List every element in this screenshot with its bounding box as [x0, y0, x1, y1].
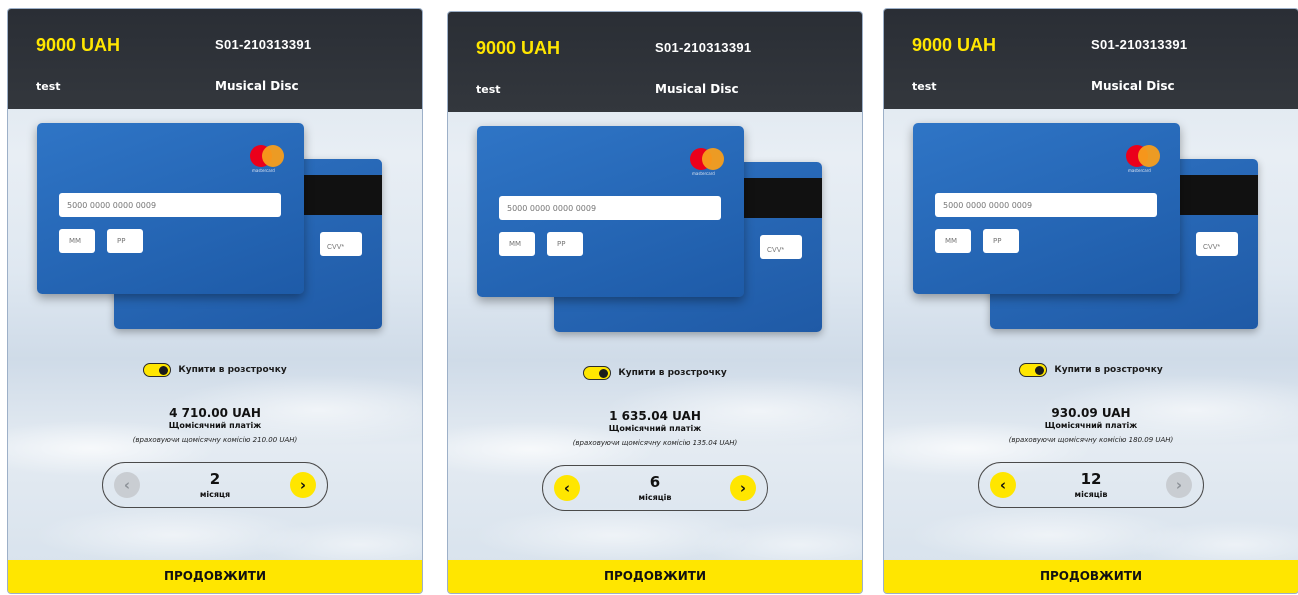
continue-button[interactable]: ПРОДОВЖИТИ	[8, 560, 422, 593]
monthly-payment-label: Щомісячний платіж	[1044, 421, 1138, 430]
order-header: 9000 UAH S01-210313391 test Musical Disc	[448, 12, 862, 112]
card-front: mastercard	[913, 123, 1180, 294]
expiry-month-input[interactable]	[59, 229, 95, 253]
monthly-payment-label: Щомісячний платіж	[608, 424, 702, 433]
expiry-year-input[interactable]	[983, 229, 1019, 253]
order-header: 9000 UAH S01-210313391 test Musical Disc	[884, 9, 1298, 109]
customer-name: test	[36, 80, 61, 93]
expiry-month-input[interactable]	[935, 229, 971, 253]
order-amount: 9000 UAH	[912, 35, 997, 55]
installment-toggle[interactable]	[143, 363, 172, 377]
order-amount: 9000 UAH	[476, 38, 561, 58]
commission-note: (враховуючи щомісячну комісію 180.09 UAH…	[1008, 436, 1174, 444]
installment-toggle[interactable]	[1019, 363, 1048, 377]
continue-button[interactable]: ПРОДОВЖИТИ	[448, 560, 862, 593]
mastercard-wordmark: mastercard	[692, 171, 715, 176]
expiry-month-input[interactable]	[499, 232, 535, 256]
order-amount: 9000 UAH	[36, 35, 121, 55]
order-id: S01-210313391	[215, 37, 312, 52]
chevron-right-icon[interactable]: ›	[1166, 472, 1192, 498]
monthly-amount: 930.09 UAH	[1051, 406, 1131, 420]
cvv-input[interactable]	[320, 232, 362, 256]
installment-toggle-row: Купити в розстрочку	[8, 363, 422, 377]
payment-panel-12-months: 9000 UAH S01-210313391 test Musical Disc…	[883, 8, 1298, 594]
installment-toggle-label: Купити в розстрочку	[178, 365, 287, 375]
mastercard-wordmark: mastercard	[252, 168, 275, 173]
installment-toggle-label: Купити в розстрочку	[1054, 365, 1163, 375]
installment-toggle-label: Купити в розстрочку	[618, 368, 727, 378]
payment-panel-2-months: 9000 UAH S01-210313391 test Musical Disc…	[7, 8, 423, 594]
card-number-input[interactable]	[59, 193, 281, 217]
order-id: S01-210313391	[1091, 37, 1188, 52]
product-name: Musical Disc	[1091, 79, 1175, 93]
monthly-amount: 1 635.04 UAH	[609, 409, 701, 423]
order-id: S01-210313391	[655, 40, 752, 55]
cvv-input[interactable]	[1196, 232, 1238, 256]
payment-panel-6-months: 9000 UAH S01-210313391 test Musical Disc…	[447, 11, 863, 594]
chevron-right-icon[interactable]: ›	[290, 472, 316, 498]
installment-toggle-row: Купити в розстрочку	[884, 363, 1298, 377]
product-name: Musical Disc	[655, 82, 739, 96]
months-stepper: ‹ 2 місяця ›	[102, 462, 328, 508]
installment-toggle-row: Купити в розстрочку	[448, 366, 862, 380]
months-stepper: ‹ 12 місяців ›	[978, 462, 1204, 508]
expiry-year-input[interactable]	[107, 229, 143, 253]
installment-toggle[interactable]	[583, 366, 612, 380]
card-number-input[interactable]	[935, 193, 1157, 217]
mastercard-logo-icon: mastercard	[250, 145, 284, 173]
continue-button[interactable]: ПРОДОВЖИТИ	[884, 560, 1298, 593]
mastercard-wordmark: mastercard	[1128, 168, 1151, 173]
card-number-input[interactable]	[499, 196, 721, 220]
monthly-payment-label: Щомісячний платіж	[168, 421, 262, 430]
product-name: Musical Disc	[215, 79, 299, 93]
months-stepper: ‹ 6 місяців ›	[542, 465, 768, 511]
card-front: mastercard	[37, 123, 304, 294]
customer-name: test	[476, 83, 501, 96]
monthly-amount: 4 710.00 UAH	[169, 406, 261, 420]
mastercard-logo-icon: mastercard	[1126, 145, 1160, 173]
card-front: mastercard	[477, 126, 744, 297]
customer-name: test	[912, 80, 937, 93]
chevron-right-icon[interactable]: ›	[730, 475, 756, 501]
commission-note: (враховуючи щомісячну комісію 210.00 UAH…	[132, 436, 298, 444]
commission-note: (враховуючи щомісячну комісію 135.04 UAH…	[572, 439, 738, 447]
order-header: 9000 UAH S01-210313391 test Musical Disc	[8, 9, 422, 109]
cvv-input[interactable]	[760, 235, 802, 259]
mastercard-logo-icon: mastercard	[690, 148, 724, 176]
expiry-year-input[interactable]	[547, 232, 583, 256]
